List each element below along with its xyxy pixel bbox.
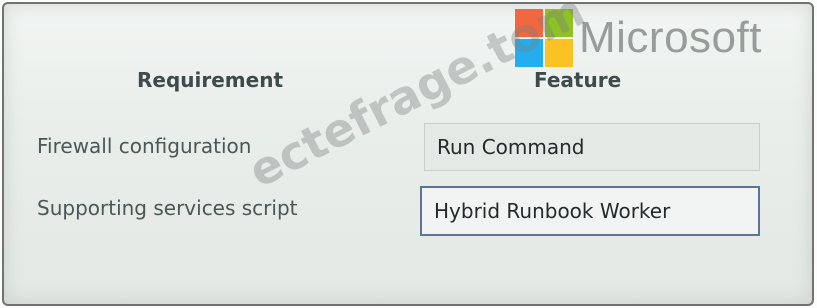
row-label-firewall: Firewall configuration (37, 134, 252, 158)
logo-square-blue (515, 39, 543, 67)
answer-text-firewall: Run Command (437, 135, 585, 159)
microsoft-logo: Microsoft (515, 8, 762, 68)
microsoft-logo-icon (515, 9, 573, 67)
logo-square-yellow (545, 39, 573, 67)
microsoft-logo-text: Microsoft (579, 13, 762, 62)
requirement-column-header: Requirement (137, 68, 284, 92)
row-label-supporting-services: Supporting services script (37, 196, 298, 220)
answer-box-firewall[interactable]: Run Command (424, 123, 760, 171)
answer-text-supporting-services: Hybrid Runbook Worker (434, 199, 671, 223)
logo-square-green (545, 9, 573, 37)
answer-box-supporting-services[interactable]: Hybrid Runbook Worker (420, 186, 760, 236)
feature-column-header: Feature (534, 68, 622, 92)
logo-square-red (515, 9, 543, 37)
